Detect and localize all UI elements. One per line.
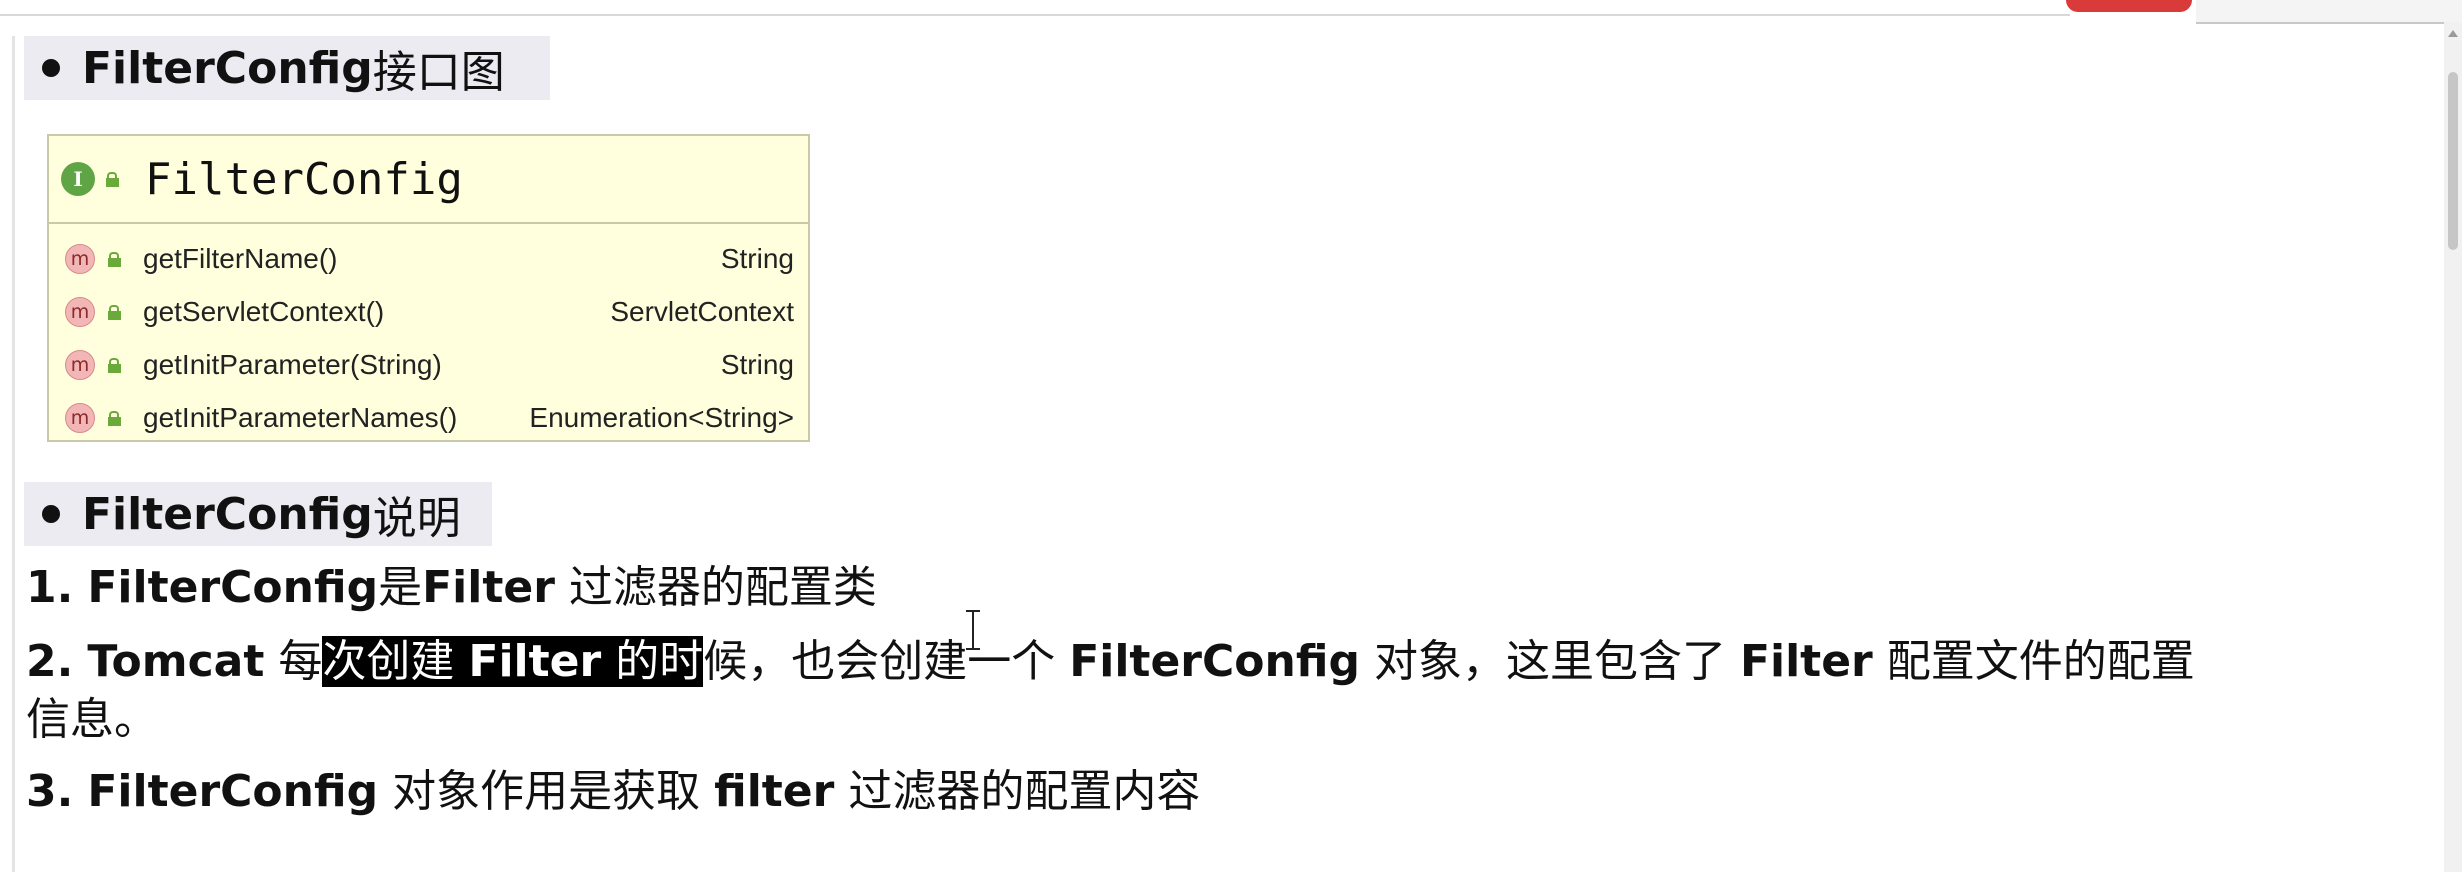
list-number: 2. <box>26 636 74 687</box>
text-run: 配置文件的配置 <box>1872 636 2195 687</box>
method-return-type: String <box>720 348 794 380</box>
paragraph-2-continuation: 信息。 <box>26 694 158 746</box>
method-return-type: Enumeration<String> <box>529 401 794 433</box>
text-run: 是 <box>378 562 423 613</box>
list-number: 1. <box>26 562 74 613</box>
heading-bold-text: FilterConfig <box>82 42 373 94</box>
uml-method-row: m getInitParameter(String) String <box>49 338 808 391</box>
method-name: getInitParameter(String) <box>143 348 442 380</box>
public-lock-icon <box>105 172 119 187</box>
list-number: 3. <box>26 766 74 817</box>
selected-text[interactable]: 次创建 Filter 的时 <box>322 636 704 687</box>
public-lock-icon <box>107 357 121 373</box>
public-lock-icon <box>107 251 121 267</box>
top-right-panel <box>2196 0 2462 24</box>
scroll-up-arrow-icon[interactable] <box>2448 30 2458 37</box>
uml-method-row: m getServletContext() ServletContext <box>49 285 808 338</box>
heading-text: 接口图 <box>372 47 505 98</box>
method-name: getFilterName() <box>143 242 338 274</box>
method-icon: m <box>65 402 95 433</box>
interface-icon: I <box>61 162 95 196</box>
left-margin-rule <box>12 36 15 872</box>
section-heading-interface-diagram: FilterConfig 接口图 <box>24 36 550 100</box>
record-button[interactable] <box>2066 0 2192 12</box>
bold-term: Filter <box>1739 636 1873 687</box>
bold-term: Filter <box>422 562 555 613</box>
text-run: 候，也会创建一个 <box>703 636 1070 687</box>
scrollbar-thumb[interactable] <box>2448 72 2458 250</box>
bold-term: Tomcat <box>87 636 265 687</box>
paragraph-1: 1. FilterConfig是Filter 过滤器的配置类 <box>26 562 877 614</box>
uml-method-list: m getFilterName() String m getServletCon… <box>49 224 808 444</box>
selected-bold-term: Filter <box>468 636 602 687</box>
public-lock-icon <box>107 304 121 320</box>
method-icon: m <box>65 349 95 380</box>
uml-interface-title: FilterConfig <box>145 153 463 205</box>
section-heading-description: FilterConfig 说明 <box>24 482 492 546</box>
text-run: 过滤器的配置类 <box>554 562 877 613</box>
method-return-type: ServletContext <box>610 295 794 327</box>
uml-method-row: m getFilterName() String <box>49 232 808 285</box>
bullet-icon <box>42 505 60 523</box>
bold-term: filter <box>714 766 835 817</box>
method-icon: m <box>65 243 95 274</box>
public-lock-icon <box>107 410 121 426</box>
method-return-type: String <box>720 242 794 274</box>
uml-interface-diagram: I FilterConfig m getFilterName() String … <box>47 134 810 442</box>
text-run: 过滤器的配置内容 <box>834 766 1201 817</box>
method-name: getServletContext() <box>143 295 385 327</box>
text-run: 对象，这里包含了 <box>1359 636 1740 687</box>
bold-term: FilterConfig <box>1069 636 1360 687</box>
uml-method-row: m getInitParameterNames() Enumeration<St… <box>49 391 808 444</box>
text-run: 每 <box>264 636 323 687</box>
uml-header: I FilterConfig <box>49 136 808 224</box>
bold-term: FilterConfig <box>87 562 379 613</box>
heading-text: 说明 <box>372 493 461 544</box>
paragraph-2: 2. Tomcat 每次创建 Filter 的时候，也会创建一个 FilterC… <box>26 636 2195 688</box>
top-toolbar-edge <box>0 0 2070 16</box>
text-run: 对象作用是获取 <box>378 766 715 817</box>
heading-bold-text: FilterConfig <box>82 488 373 540</box>
bold-term: FilterConfig <box>87 766 379 817</box>
text-run: 信息。 <box>26 694 158 745</box>
selected-text-run: 次创建 <box>322 636 469 687</box>
method-name: getInitParameterNames() <box>143 401 458 433</box>
method-icon: m <box>65 296 95 327</box>
selected-text-run: 的时 <box>601 636 704 687</box>
paragraph-3: 3. FilterConfig 对象作用是获取 filter 过滤器的配置内容 <box>26 766 1200 818</box>
bullet-icon <box>42 59 60 77</box>
